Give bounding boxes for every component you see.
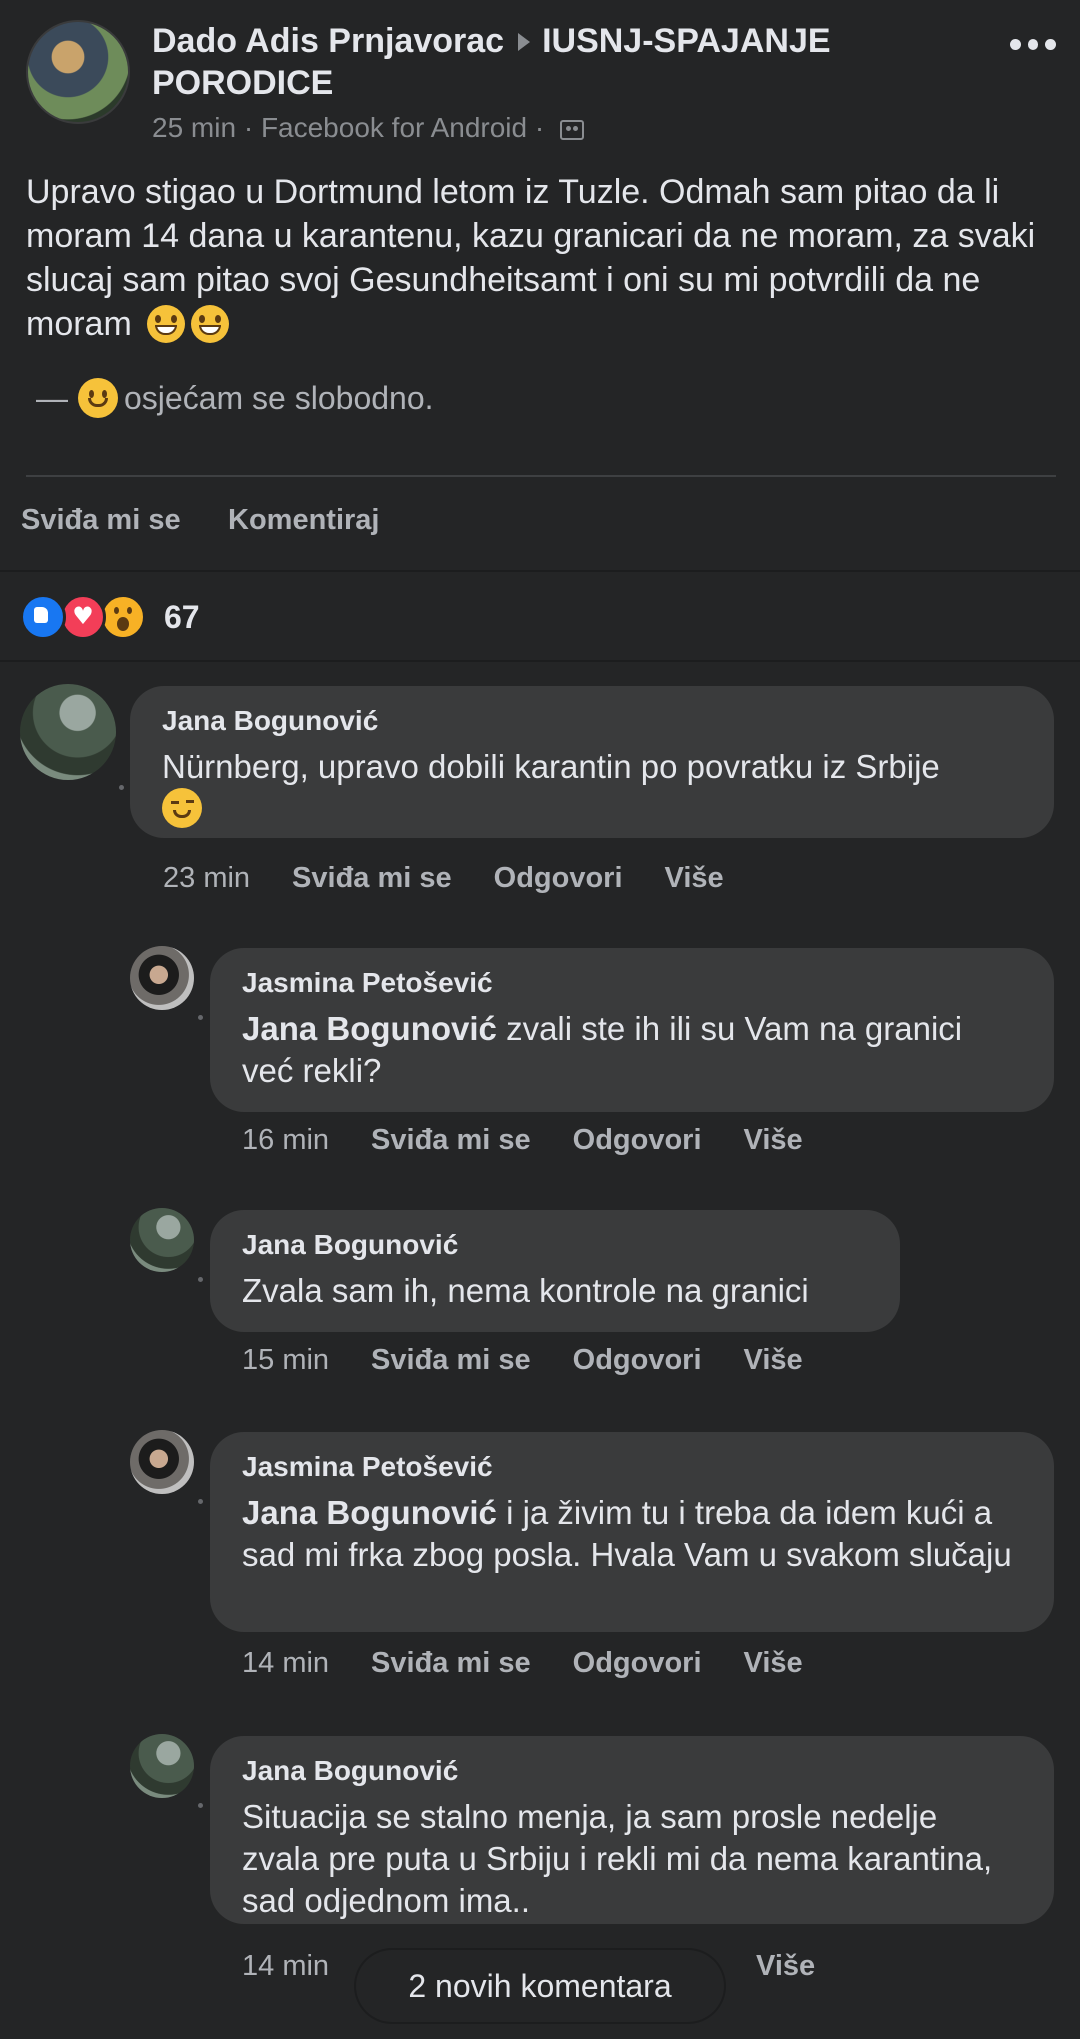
meta-separator: · bbox=[534, 112, 545, 143]
commenter-avatar[interactable] bbox=[20, 684, 116, 780]
feeling-activity: — osjećam se slobodno. bbox=[36, 376, 434, 420]
wow-reaction-icon bbox=[100, 594, 146, 640]
comment-like-button[interactable]: Sviđa mi se bbox=[371, 1124, 531, 1156]
thread-dot bbox=[198, 1803, 203, 1808]
comment-text: Nürnberg, upravo dobili karantin po povr… bbox=[162, 746, 1022, 830]
more-dots-icon[interactable] bbox=[1010, 34, 1057, 54]
comment-reply-button[interactable]: Odgovori bbox=[573, 1647, 702, 1679]
comment-meta: Više bbox=[756, 1948, 857, 1984]
comment-button[interactable]: Komentiraj bbox=[228, 504, 379, 537]
comment-more-button[interactable]: Više bbox=[744, 1124, 803, 1156]
commenter-name[interactable]: Jana Bogunović bbox=[242, 1228, 868, 1262]
comment-bubble: Jana Bogunović Nürnberg, upravo dobili k… bbox=[130, 686, 1054, 838]
post-actions: Sviđa mi se Komentiraj bbox=[0, 492, 1080, 572]
mention-link[interactable]: Jana Bogunović bbox=[242, 1494, 497, 1531]
comment-meta: 14 min bbox=[242, 1948, 371, 1984]
comment-time[interactable]: 14 min bbox=[242, 1950, 329, 1982]
commenter-avatar[interactable] bbox=[130, 1734, 194, 1798]
comment-text: Jana Bogunović i ja živim tu i treba da … bbox=[242, 1492, 1022, 1576]
commenter-avatar[interactable] bbox=[130, 946, 194, 1010]
comment-time[interactable]: 15 min bbox=[242, 1344, 329, 1376]
comment-bubble: Jasmina Petošević Jana Bogunović zvali s… bbox=[210, 948, 1054, 1112]
feeling-dash: — bbox=[36, 380, 68, 416]
post-source: Facebook for Android bbox=[260, 112, 528, 143]
meta-separator: · bbox=[243, 112, 254, 143]
comment-bubble: Jana Bogunović Zvala sam ih, nema kontro… bbox=[210, 1210, 900, 1332]
group-members-icon bbox=[560, 119, 584, 140]
comment-bubble: Jasmina Petošević Jana Bogunović i ja ži… bbox=[210, 1432, 1054, 1632]
commenter-name[interactable]: Jasmina Petošević bbox=[242, 966, 1022, 1000]
comment-body: Situacija se stalno menja, ja sam prosle… bbox=[242, 1798, 993, 1919]
comment-reply-button[interactable]: Odgovori bbox=[573, 1344, 702, 1376]
feeling-text: osjećam se slobodno. bbox=[124, 380, 434, 416]
comment-reply-button[interactable]: Odgovori bbox=[573, 1124, 702, 1156]
comment-time[interactable]: 14 min bbox=[242, 1647, 329, 1679]
divider bbox=[0, 660, 1080, 662]
thread-dot bbox=[198, 1015, 203, 1020]
post-author-line: Dado Adis Prnjavorac IUSNJ-SPAJANJE POROD… bbox=[152, 20, 982, 104]
divider bbox=[0, 570, 1080, 572]
comment-time[interactable]: 16 min bbox=[242, 1124, 329, 1156]
comment-more-button[interactable]: Više bbox=[744, 1647, 803, 1679]
commenter-name[interactable]: Jana Bogunović bbox=[242, 1754, 1022, 1788]
comment-more-button[interactable]: Više bbox=[744, 1344, 803, 1376]
comment-body: Nürnberg, upravo dobili karantin po povr… bbox=[162, 748, 940, 785]
comment-meta: 14 min Sviđa mi se Odgovori Više bbox=[242, 1645, 845, 1681]
comment-time[interactable]: 23 min bbox=[163, 862, 250, 894]
comment-like-button[interactable]: Sviđa mi se bbox=[371, 1344, 531, 1376]
reactions-summary[interactable]: 67 bbox=[20, 592, 200, 642]
author-name[interactable]: Dado Adis Prnjavorac bbox=[152, 22, 504, 60]
comment-like-button[interactable]: Sviđa mi se bbox=[371, 1647, 531, 1679]
post-time[interactable]: 25 min bbox=[152, 112, 236, 143]
smiling-emoji-icon bbox=[78, 378, 118, 418]
comment-meta: 16 min Sviđa mi se Odgovori Više bbox=[242, 1122, 845, 1158]
love-reaction-icon bbox=[60, 594, 106, 640]
thread-dot bbox=[198, 1499, 203, 1504]
thread-dot bbox=[198, 1277, 203, 1282]
comment-meta: 23 min Sviđa mi se Odgovori Više bbox=[163, 860, 766, 896]
comment-text: Jana Bogunović zvali ste ih ili su Vam n… bbox=[242, 1008, 1022, 1092]
comment-more-button[interactable]: Više bbox=[756, 1950, 815, 1982]
author-avatar[interactable] bbox=[26, 20, 130, 124]
comment-more-button[interactable]: Više bbox=[665, 862, 724, 894]
post-text: Upravo stigao u Dortmund letom iz Tuzle.… bbox=[26, 170, 1056, 346]
mention-link[interactable]: Jana Bogunović bbox=[242, 1010, 497, 1047]
like-reaction-icon bbox=[20, 594, 66, 640]
comment-body: Zvala sam ih, nema kontrole na granici bbox=[242, 1272, 809, 1309]
thread-dot bbox=[119, 785, 124, 790]
commenter-avatar[interactable] bbox=[130, 1208, 194, 1272]
commenter-name[interactable]: Jasmina Petošević bbox=[242, 1450, 1022, 1484]
commenter-name[interactable]: Jana Bogunović bbox=[162, 704, 1022, 738]
new-comments-button[interactable]: 2 novih komentara bbox=[356, 1950, 724, 2022]
reaction-count: 67 bbox=[164, 598, 200, 635]
comment-meta: 15 min Sviđa mi se Odgovori Više bbox=[242, 1342, 845, 1378]
grinning-emoji-icon bbox=[191, 305, 230, 343]
comment-reply-button[interactable]: Odgovori bbox=[494, 862, 623, 894]
commenter-avatar[interactable] bbox=[130, 1430, 194, 1494]
like-button[interactable]: Sviđa mi se bbox=[21, 504, 181, 537]
post-meta: 25 min · Facebook for Android · bbox=[152, 110, 584, 146]
arrow-right-icon bbox=[518, 32, 531, 51]
comment-bubble: Jana Bogunović Situacija se stalno menja… bbox=[210, 1736, 1054, 1924]
grinning-emoji-icon bbox=[147, 305, 186, 343]
winking-emoji-icon bbox=[162, 788, 202, 828]
post-header: Dado Adis Prnjavorac IUSNJ-SPAJANJE POROD… bbox=[26, 20, 1057, 150]
divider bbox=[26, 475, 1056, 477]
comment-like-button[interactable]: Sviđa mi se bbox=[292, 862, 452, 894]
